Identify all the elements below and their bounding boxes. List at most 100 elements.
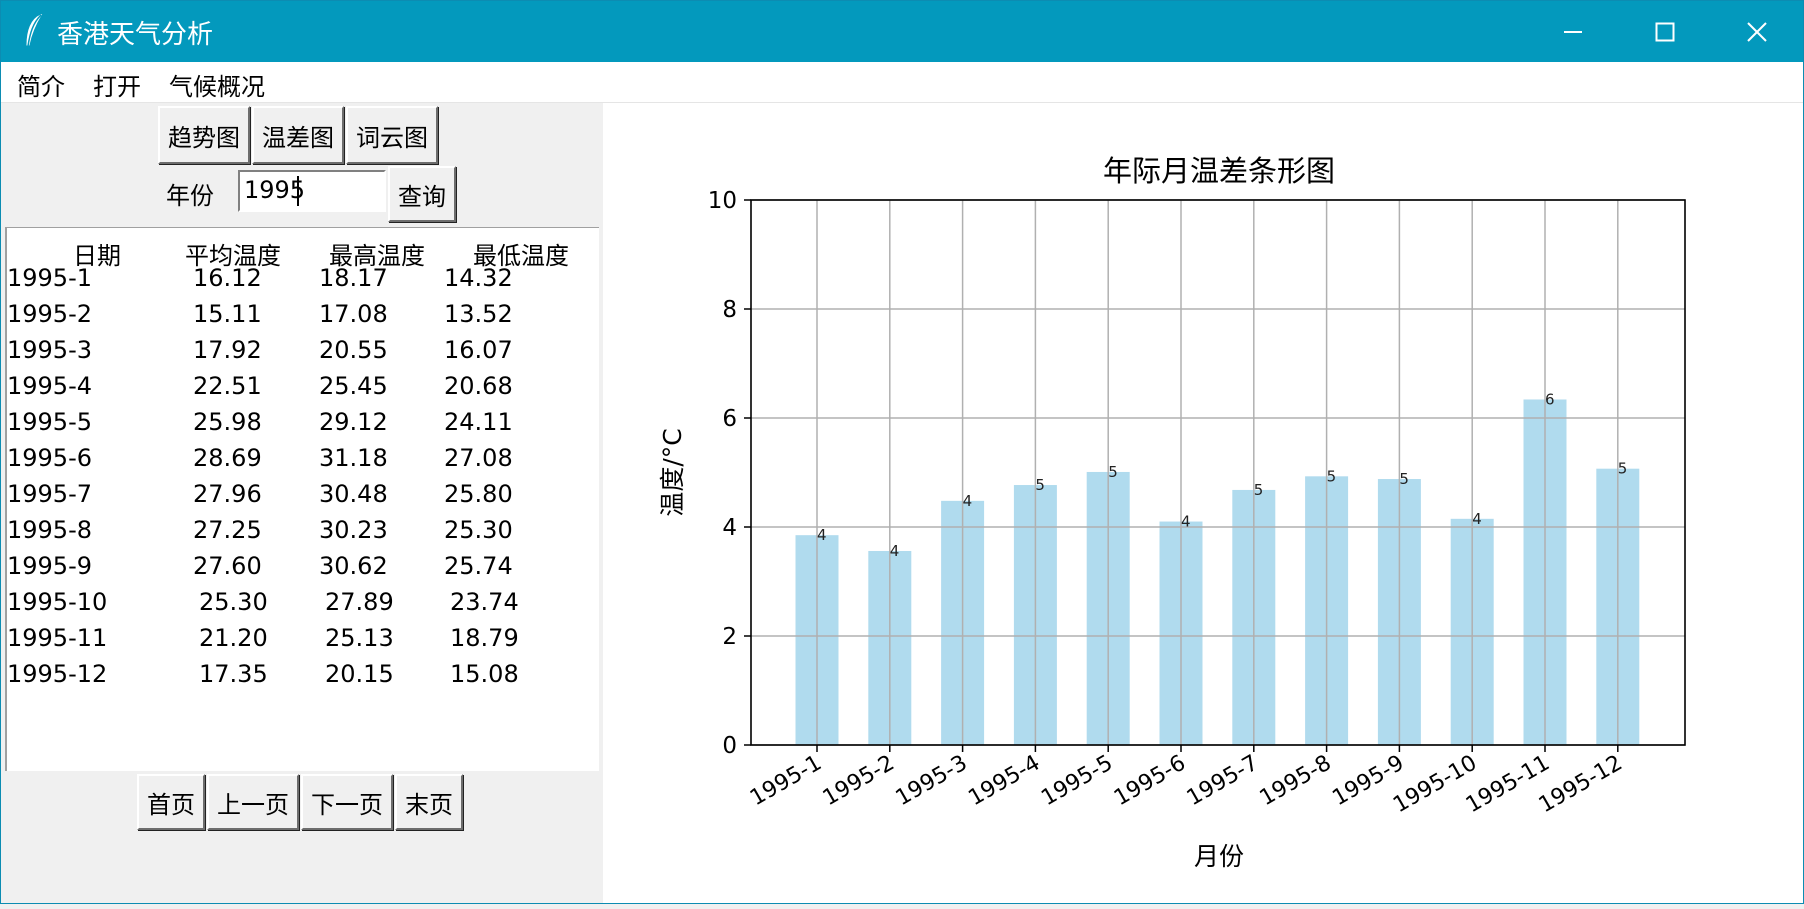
window-title: 香港天气分析 [57, 20, 214, 50]
menu-open[interactable]: 打开 [93, 67, 141, 102]
cell-min-temp: 14.32 [444, 264, 513, 292]
data-label: 4 [1472, 510, 1482, 528]
cell-avg-temp: 15.11 [193, 300, 262, 328]
cell-date: 1995-3 [7, 336, 93, 364]
chart-title: 年际月温差条形图 [1103, 154, 1335, 188]
query-button[interactable]: 查询 [388, 166, 456, 222]
cell-avg-temp: 17.92 [193, 336, 262, 364]
cell-date: 1995-11 [7, 624, 108, 652]
cell-max-temp: 30.62 [319, 552, 388, 580]
menu-climate-overview[interactable]: 气候概况 [169, 67, 265, 102]
y-tick-label: 0 [722, 733, 737, 759]
cell-avg-temp: 28.69 [193, 444, 262, 472]
table-row[interactable]: 1995-12 17.35 20.15 15.08 [7, 658, 597, 692]
cell-avg-temp: 27.60 [193, 552, 262, 580]
maximize-button[interactable] [1619, 1, 1711, 62]
cell-date: 1995-4 [7, 372, 93, 400]
data-label: 4 [1181, 513, 1191, 531]
y-tick-label: 8 [722, 297, 737, 323]
cell-avg-temp: 25.98 [193, 408, 262, 436]
data-label: 5 [1254, 481, 1264, 499]
menu-intro[interactable]: 简介 [17, 67, 65, 102]
cell-date: 1995-8 [7, 516, 93, 544]
next-page-button[interactable]: 下一页 [301, 774, 393, 830]
table-row[interactable]: 1995-9 27.60 30.62 25.74 [7, 550, 597, 584]
data-label: 6 [1545, 390, 1555, 408]
previous-page-button[interactable]: 上一页 [207, 774, 299, 830]
data-label: 4 [963, 492, 973, 510]
temp-diff-chart-button[interactable]: 温差图 [252, 106, 344, 164]
data-label: 5 [1035, 476, 1045, 494]
cell-min-temp: 20.68 [444, 372, 513, 400]
table-row[interactable]: 1995-1 16.12 18.17 14.32 [7, 262, 597, 296]
cell-min-temp: 25.80 [444, 480, 513, 508]
cell-min-temp: 13.52 [444, 300, 513, 328]
table-row[interactable]: 1995-10 25.30 27.89 23.74 [7, 586, 597, 620]
cell-max-temp: 27.89 [325, 588, 394, 616]
y-tick-label: 10 [708, 188, 737, 214]
table-row[interactable]: 1995-6 28.69 31.18 27.08 [7, 442, 597, 476]
table-row[interactable]: 1995-3 17.92 20.55 16.07 [7, 334, 597, 368]
cell-max-temp: 30.48 [319, 480, 388, 508]
cell-date: 1995-1 [7, 264, 93, 292]
table-row[interactable]: 1995-8 27.25 30.23 25.30 [7, 514, 597, 548]
cell-max-temp: 29.12 [319, 408, 388, 436]
cell-max-temp: 25.13 [325, 624, 394, 652]
left-panel: 趋势图 温差图 词云图 年份 1995 查询 日期 平均温度 最高温度 最低温度… [1, 103, 599, 903]
cell-max-temp: 30.23 [319, 516, 388, 544]
table-row[interactable]: 1995-2 15.11 17.08 13.52 [7, 298, 597, 332]
cell-avg-temp: 17.35 [199, 660, 268, 688]
feather-icon [26, 13, 43, 47]
chart-panel: 年际月温差条形图 月份 温度/°C 4 4 4 5 5 4 5 5 5 4 6 5 0 2 4 6 8 10 199… [603, 103, 1803, 903]
cell-min-temp: 25.74 [444, 552, 513, 580]
x-tick-label: 1995-1 [746, 751, 826, 812]
cell-min-temp: 23.74 [450, 588, 519, 616]
wordcloud-button[interactable]: 词云图 [346, 106, 438, 164]
data-label: 5 [1618, 460, 1628, 478]
first-page-button[interactable]: 首页 [137, 774, 205, 830]
x-tick-label: 1995-4 [964, 751, 1044, 812]
cell-min-temp: 18.79 [450, 624, 519, 652]
title-bar[interactable]: 香港天气分析 [1, 1, 1803, 62]
cell-min-temp: 25.30 [444, 516, 513, 544]
cell-avg-temp: 16.12 [193, 264, 262, 292]
cell-max-temp: 18.17 [319, 264, 388, 292]
cell-min-temp: 15.08 [450, 660, 519, 688]
x-tick-label: 1995-12 [1535, 751, 1627, 819]
table-row[interactable]: 1995-7 27.96 30.48 25.80 [7, 478, 597, 512]
x-tick-label: 1995-10 [1389, 751, 1481, 819]
cell-avg-temp: 22.51 [193, 372, 262, 400]
x-tick-label: 1995-7 [1183, 751, 1263, 812]
year-input[interactable]: 1995 [238, 170, 386, 212]
close-button[interactable] [1711, 1, 1803, 62]
minimize-button[interactable] [1527, 1, 1619, 62]
cell-avg-temp: 25.30 [199, 588, 268, 616]
year-label: 年份 [166, 182, 214, 210]
x-tick-label: 1995-3 [892, 751, 972, 812]
x-tick-label: 1995-11 [1462, 751, 1554, 819]
close-icon [1747, 21, 1767, 42]
minimize-icon [1564, 30, 1582, 33]
last-page-button[interactable]: 末页 [395, 774, 463, 830]
cell-min-temp: 16.07 [444, 336, 513, 364]
data-label: 4 [817, 526, 827, 544]
y-tick-label: 6 [722, 406, 737, 432]
cell-date: 1995-10 [7, 588, 108, 616]
cell-max-temp: 17.08 [319, 300, 388, 328]
cell-max-temp: 31.18 [319, 444, 388, 472]
text-caret [297, 176, 299, 206]
cell-date: 1995-9 [7, 552, 93, 580]
trend-chart-button[interactable]: 趋势图 [158, 106, 250, 164]
table-row[interactable]: 1995-5 25.98 29.12 24.11 [7, 406, 597, 440]
cell-avg-temp: 27.25 [193, 516, 262, 544]
x-tick-label: 1995-2 [819, 751, 899, 812]
weather-table[interactable]: 日期 平均温度 最高温度 最低温度 1995-1 16.12 18.17 14.32 1… [5, 227, 599, 771]
cell-date: 1995-5 [7, 408, 93, 436]
app-window: 香港天气分析 简介 打开 气候概况 趋势图 温差图 词云图 年份 1995 查询… [0, 0, 1804, 904]
menu-bar: 简介 打开 气候概况 [1, 62, 1803, 103]
chart-x-axis-label: 月份 [1194, 842, 1244, 871]
table-row[interactable]: 1995-4 22.51 25.45 20.68 [7, 370, 597, 404]
cell-max-temp: 25.45 [319, 372, 388, 400]
table-row[interactable]: 1995-11 21.20 25.13 18.79 [7, 622, 597, 656]
maximize-icon [1655, 22, 1675, 41]
